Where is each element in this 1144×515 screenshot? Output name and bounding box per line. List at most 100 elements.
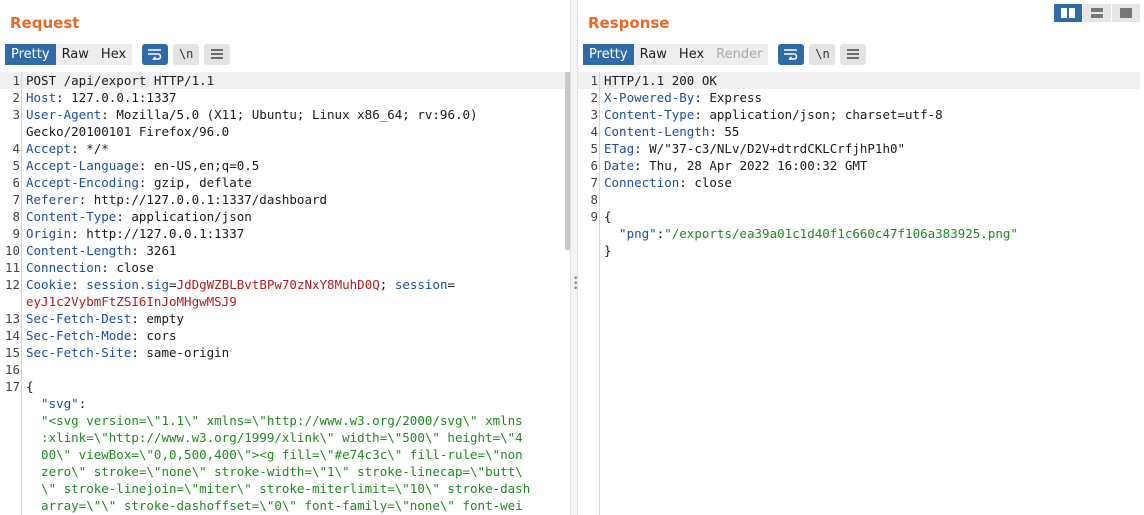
pane-splitter[interactable] [570,0,578,515]
cookie-equals: = [169,277,177,292]
header-name: Accept-Language [26,158,139,173]
header-name: User-Agent [26,107,102,122]
header-name: Sec-Fetch-Dest [26,311,132,326]
code-line: 11 Connection: close [0,259,566,276]
json-string: 00\" viewBox=\"0,0,500,400\"><g fill=\"#… [26,447,523,462]
json-key: "svg" [26,396,79,411]
header-name: Content-Length [26,243,132,258]
header-value: : Mozilla/5.0 (X11; Ubuntu; Linux x86_64… [101,107,478,122]
line-text: Content-Type: application/json; charset=… [604,106,943,123]
line-text: array=\"\" stroke-dashoffset=\"0\" font-… [26,497,523,514]
line-number: 6 [590,158,598,173]
line-text: :xlink=\"http://www.w3.org/1999/xlink\" … [26,429,523,446]
header-value: : application/json; charset=utf-8 [694,107,943,122]
line-content: { [604,209,612,224]
line-text: "png":"/exports/ea39a01c1d40f1c660c47f10… [604,225,1018,242]
header-name: Referer [26,192,79,207]
header-value: : 3261 [131,243,177,258]
code-line: 3 User-Agent: Mozilla/5.0 (X11; Ubuntu; L… [0,106,566,123]
header-value: : same-origin [131,345,230,360]
line-text: Content-Type: application/json [26,208,252,225]
line-text: eyJ1c2VybmFtZSI6InJoMHgwMSJ9 [26,293,237,310]
header-name: Accept-Encoding [26,175,139,190]
hamburger-menu-icon [847,49,860,59]
code-line: 6 Date: Thu, 28 Apr 2022 16:00:32 GMT [578,157,1140,174]
wrap-lines-button[interactable] [142,43,169,65]
tab-pretty[interactable]: Pretty [583,43,634,65]
line-number: 1 [12,73,20,88]
line-content: Gecko/20100101 Firefox/96.0 [26,124,230,139]
line-number: 11 [4,260,20,275]
line-text: { [604,208,612,225]
line-text: "<svg version=\"1.1\" xmlns=\"http://www… [26,412,523,429]
line-text: Sec-Fetch-Dest: empty [26,310,184,327]
line-number: 14 [4,328,20,343]
header-value: : W/"37-c3/NLv/D2V+dtrdCKLCrfjhP1h0" [634,141,906,156]
code-line: "<svg version=\"1.1\" xmlns=\"http://www… [0,412,566,429]
cookie-value: JdDgWZBLBvtBPw70zNxY8MuhD0Q [176,277,380,292]
code-line: 7 Connection: close [578,174,1140,191]
code-line: } [578,242,1140,259]
request-menu-button[interactable] [204,43,231,65]
line-text: \" stroke-linejoin=\"miter\" stroke-mite… [26,480,530,497]
code-line: 1 POST /api/export HTTP/1.1 [0,72,566,89]
show-newlines-button[interactable]: \n [809,43,836,65]
header-name: Cookie [26,277,72,292]
tab-render[interactable]: Render [710,43,769,65]
header-name: Host [26,90,57,105]
line-number: 2 [12,90,20,105]
code-line: 15 Sec-Fetch-Site: same-origin [0,344,566,361]
line-text: Accept: */* [26,140,109,157]
json-string: zero\" stroke=\"none\" stroke-width=\"1\… [26,464,523,479]
code-line: 5 ETag: W/"37-c3/NLv/D2V+dtrdCKLCrfjhP1h0… [578,140,1140,157]
tab-hex[interactable]: Hex [672,43,711,65]
tab-hex[interactable]: Hex [94,43,133,65]
tab-raw[interactable]: Raw [633,43,673,65]
header-value: : 55 [709,124,740,139]
line-number: 4 [590,124,598,139]
line-text: HTTP/1.1 200 OK [604,72,717,89]
code-line: 7 Referer: http://127.0.0.1:1337/dashboar… [0,191,566,208]
splitter-grip-icon[interactable]: • • • [573,275,578,294]
header-value: : http://127.0.0.1:1337/dashboard [78,192,328,207]
tab-raw[interactable]: Raw [55,43,95,65]
header-name: Date [604,158,635,173]
cookie-equals: = [447,277,456,292]
line-number: 9 [12,226,20,241]
line-text: 00\" viewBox=\"0,0,500,400\"><g fill=\"#… [26,446,523,463]
request-view-tabs: Pretty Raw Hex [5,43,133,65]
tab-pretty[interactable]: Pretty [5,43,56,65]
response-toolbar: Pretty Raw Hex Render \n [583,43,867,65]
request-editor[interactable]: 1 POST /api/export HTTP/1.1 2 Host: 127.0.0… [0,72,566,515]
header-name: X-Powered-By [604,90,695,105]
code-line: 8 Content-Type: application/json [0,208,566,225]
line-number: 16 [4,362,20,377]
show-newlines-button[interactable]: \n [173,43,200,65]
split-vertical-icon [1091,8,1103,18]
line-text: User-Agent: Mozilla/5.0 (X11; Ubuntu; Li… [26,106,478,123]
code-line: 12 Cookie: session.sig=JdDgWZBLBvtBPw70zN… [0,276,566,293]
line-number: 7 [12,192,20,207]
line-number: 8 [12,209,20,224]
code-line: array=\"\" stroke-dashoffset=\"0\" font-… [0,497,566,514]
wrap-lines-button[interactable] [778,43,805,65]
code-line: 4 Accept: */* [0,140,566,157]
line-text: Sec-Fetch-Mode: cors [26,327,177,344]
json-colon: : [78,396,87,411]
header-value: : cors [131,328,177,343]
header-name: Sec-Fetch-Site [26,345,132,360]
line-text: Host: 127.0.0.1:1337 [26,89,177,106]
header-separator: : [71,277,87,292]
header-value: : application/json [116,209,252,224]
single-pane-button[interactable] [1112,4,1140,22]
json-key: "png" [604,226,657,241]
split-horizontal-button[interactable] [1054,4,1082,22]
response-title: Response [588,14,670,32]
line-text: POST /api/export HTTP/1.1 [26,72,214,89]
code-line: 00\" viewBox=\"0,0,500,400\"><g fill=\"#… [0,446,566,463]
response-editor[interactable]: 1 HTTP/1.1 200 OK 2 X-Powered-By: Express 3 C… [578,72,1140,515]
line-number: 1 [590,73,598,88]
split-vertical-button[interactable] [1083,4,1111,22]
response-menu-button[interactable] [840,43,867,65]
header-value: : http://127.0.0.1:1337 [71,226,245,241]
